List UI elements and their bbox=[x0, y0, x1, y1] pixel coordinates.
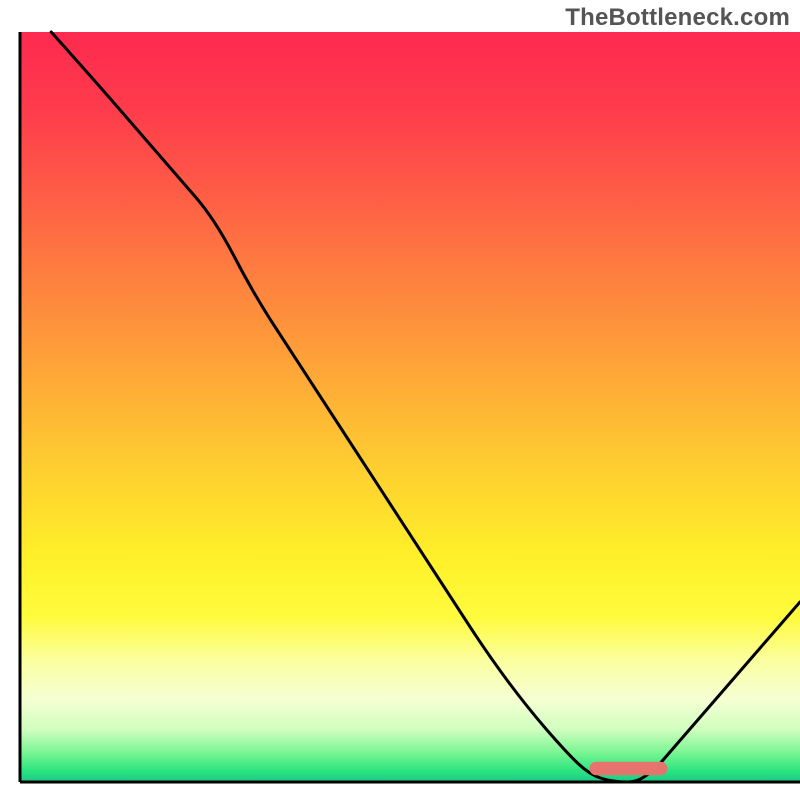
chart-container: { "watermark": "TheBottleneck.com", "cha… bbox=[0, 0, 800, 800]
bottleneck-chart bbox=[0, 0, 800, 800]
optimal-range-marker bbox=[589, 762, 667, 776]
plot-background bbox=[20, 32, 800, 782]
